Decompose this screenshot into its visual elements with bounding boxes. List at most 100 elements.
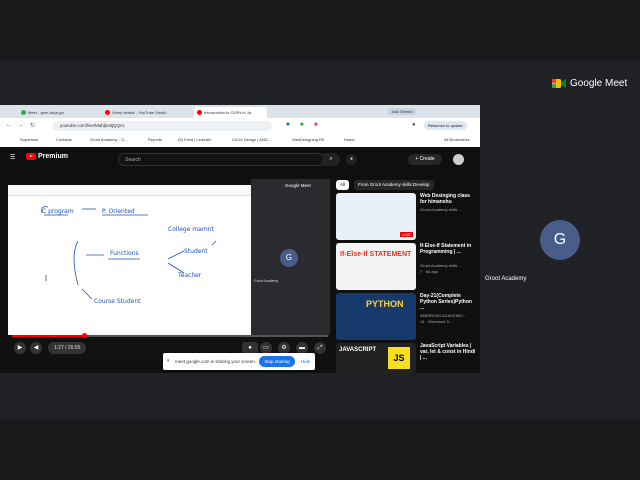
youtube-tab-icon [105,110,110,115]
tab-youtube-studio[interactable]: Video details - YouTube Studio [102,107,185,118]
progress-scrubber[interactable] [82,333,88,338]
chip-all[interactable]: All [336,180,350,190]
address-bar-row: ← → ↻ youtube.com/live/Mahjko8jQQcs ■ ■ … [0,118,480,135]
meet-brand-label: Google Meet [570,78,628,89]
youtube-page: ☰ Premium Search ⌕ ● + Create C program … [0,147,480,373]
bookmark-item[interactable]: Reports [148,137,162,142]
video-title: JavaScript Variables | var, let & const … [420,343,476,361]
screen-share-banner: ⏸ meet.google.com is sharing your screen… [163,353,315,370]
bookmark-item[interactable]: Groot Academy - G... [90,137,128,142]
video-player[interactable]: C program P. Oriented College mamnt Func… [8,179,330,359]
embedded-avatar: G [280,249,298,267]
video-title: Web Desinging class for himanshu [420,193,470,205]
url-input[interactable]: youtube.com/live/Mahjko8jQQcs [52,121,272,131]
search-icon[interactable]: ⌕ [322,153,340,166]
bookmark-item[interactable]: Superfone [20,137,38,142]
video-meta: 7 · 84 ago [420,269,439,274]
note-text: Functions [110,250,139,257]
tab-label: Video details - YouTube Studio [112,110,167,115]
bookmark-item[interactable]: Home [344,137,355,142]
thumbnail-text: If-Else-If STATEMENT [340,251,412,258]
avatar[interactable] [453,154,464,165]
meet-tab-icon [21,110,26,115]
bookmark-item[interactable]: (5) Feed | LinkedIn [178,137,212,142]
video-thumbnail: LIVE [336,193,416,240]
embedded-meet-view: Google Meet G Groot Academy [251,179,330,335]
thumbnail-text: JAVASCRIPT [339,347,377,353]
youtube-play-icon [26,153,36,160]
brace-stroke [73,240,79,286]
profile-icon[interactable]: ● [412,122,416,128]
recommendation-item[interactable]: LIVE Web Desinging class for himanshu Gr… [336,193,476,243]
fullscreen-icon[interactable]: ⤢ [314,342,326,354]
create-button[interactable]: + Create [408,154,442,165]
progress-bar[interactable] [12,333,328,338]
channel-name: AMERICAN ACADEMIC... [420,313,467,318]
extension-icon[interactable]: ■ [286,122,290,128]
note-text: College mamnt [168,226,214,233]
video-title: If-Else-If Statement in Programming | ..… [420,243,472,255]
bookmark-item[interactable]: Contacts [56,137,72,142]
youtube-logo-text: Premium [38,153,68,160]
live-badge: LIVE [400,232,413,237]
youtube-logo[interactable]: Premium [26,153,68,160]
create-label: Create [419,156,435,162]
tab-youtube-live[interactable]: Introduction to OOPs in Ja [194,107,267,118]
menu-icon[interactable]: ☰ [10,154,15,161]
meet-camera-icon [552,79,566,88]
microphone-icon[interactable]: ● [346,154,357,165]
back-icon[interactable]: ← [6,122,12,128]
recommendation-item[interactable]: PYTHON Day-21(Complete Python Series)Pyt… [336,293,476,343]
tab-label: Meet - gmn-akye-jyx [28,110,65,115]
video-thumbnail: JAVASCRIPT JS [336,343,416,373]
shared-browser-window: Meet - gmn-akye-jyx Video details - YouT… [0,105,480,373]
whiteboard-canvas: C program P. Oriented College mamnt Func… [8,185,251,335]
all-bookmarks[interactable]: All Bookmarks [444,137,470,142]
bookmark-item[interactable]: UX/UI Design | AND... [232,137,271,142]
bookmark-item[interactable]: WebDesigning Rtl [292,137,324,142]
ask-gemini-button[interactable]: Ask Gemini [388,108,417,115]
share-status-text: meet.google.com is sharing your screen. [175,359,257,364]
channel-name: Groot Academy skills ... [420,207,462,212]
forward-icon[interactable]: → [18,122,24,128]
video-thumbnail: If-Else-If STATEMENT [336,243,416,290]
tab-label: Introduction to OOPs in Ja [204,110,251,115]
recommendation-item[interactable]: JAVASCRIPT JS JavaScript Variables | var… [336,343,476,373]
note-text: Course Student [94,298,141,305]
note-text: Student [184,248,208,255]
tab-strip: Meet - gmn-akye-jyx Video details - YouT… [0,105,480,118]
js-logo: JS [388,347,410,369]
pause-icon: ⏸ [167,358,170,364]
embedded-meet-logo: Google Meet [285,183,311,188]
note-text: Teacher [177,272,202,279]
embedded-participant-name: Groot Academy [254,279,279,283]
hide-button[interactable]: Hide [301,359,310,364]
reload-icon[interactable]: ↻ [30,122,35,129]
search-input[interactable]: Search [118,153,324,166]
tab-meet[interactable]: Meet - gmn-akye-jyx [18,107,91,118]
channel-name: Groot Academy skills ... [420,263,462,268]
extension-icon[interactable]: ■ [314,122,318,128]
video-title: Day-21(Complete Python Series)Python ... [420,293,472,311]
arrow-stroke [167,250,185,260]
arrow-stroke [81,288,93,300]
extension-icon[interactable]: ■ [300,122,304,128]
play-icon[interactable]: ▶ [14,342,26,354]
stop-sharing-button[interactable]: Stop sharing [259,356,295,367]
volume-icon[interactable]: ◀ [30,342,42,354]
filter-chips: All From Groot Academy skills Develop [336,180,476,191]
relaunch-button[interactable]: Relaunch to update [424,121,467,130]
arrow-stroke [211,240,217,246]
video-thumbnail: PYTHON [336,293,416,340]
youtube-tab-icon [197,110,202,115]
google-meet-logo: Google Meet [552,78,627,89]
chip-from-channel[interactable]: From Groot Academy skills Develop [354,180,434,190]
participant-avatar: G [540,220,580,260]
note-text: C program [42,208,74,215]
progress-fill [12,335,85,337]
thumbnail-text: PYTHON [366,299,404,309]
note-text: P. Oriented [102,208,135,215]
handwritten-diagram: C program P. Oriented College mamnt Func… [41,206,217,305]
video-meta: 14 · Streamed 3... [420,319,453,324]
recommendation-item[interactable]: If-Else-If STATEMENT If-Else-If Statemen… [336,243,476,293]
